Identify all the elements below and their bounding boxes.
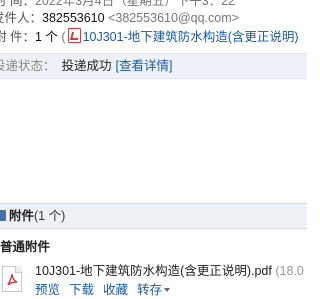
- attachments-title-text: 附件: [9, 209, 35, 223]
- sender-email[interactable]: <382553610@qq.com>: [108, 11, 239, 25]
- file-size: (18.0: [275, 264, 304, 278]
- acrobat-icon: [7, 273, 18, 286]
- mail-header: 时 间：2022年3月4日（星期五）下午3：22 发件人：382553610 <…: [0, 0, 307, 52]
- attachment-count: 1 个: [34, 30, 58, 44]
- pdf-file-icon[interactable]: [2, 266, 22, 292]
- attachments-header: 附件(1 个): [0, 203, 307, 229]
- preview-button[interactable]: 预览: [35, 283, 60, 297]
- view-details-link[interactable]: [查看详情]: [116, 59, 173, 73]
- time-label: 时 间：: [0, 0, 35, 8]
- attachments-title: 附件(1 个): [9, 204, 65, 228]
- delivery-status-label: 投递状态：: [0, 59, 56, 73]
- attachment-paren: (: [61, 30, 66, 44]
- attachment-row: 附 件：1 个 (10J301-地下建筑防水构造(含更正说明): [0, 28, 299, 45]
- save-to-button[interactable]: 转存: [137, 283, 171, 297]
- delivery-status-value: 投递成功: [61, 59, 112, 73]
- attachment-label: 附 件：: [0, 30, 35, 44]
- pdf-icon: [67, 28, 81, 43]
- chevron-down-icon: [164, 288, 171, 292]
- file-name-row: 10J301-地下建筑防水构造(含更正说明).pdf (18.0: [35, 263, 304, 280]
- save-to-label: 转存: [137, 283, 163, 297]
- regular-attachments-title: 普通附件: [0, 240, 51, 254]
- sender-label: 发件人：: [0, 11, 43, 25]
- attachment-link[interactable]: 10J301-地下建筑防水构造(含更正说明): [83, 30, 299, 44]
- favorite-button[interactable]: 收藏: [103, 283, 128, 297]
- attachment-actions: 预览 下载 收藏 转存: [35, 282, 171, 299]
- sender-name[interactable]: 382553610: [42, 11, 105, 25]
- attachment-folder-icon: [0, 210, 6, 221]
- file-name[interactable]: 10J301-地下建筑防水构造(含更正说明).pdf: [35, 264, 272, 278]
- download-button[interactable]: 下载: [69, 283, 94, 297]
- delivery-status-bar: 投递状态： 投递成功 [查看详情]: [0, 53, 307, 79]
- time-row: 时 间：2022年3月4日（星期五）下午3：22: [0, 0, 235, 10]
- attachments-count: (1 个): [34, 209, 66, 223]
- time-value: 2022年3月4日（星期五）下午3：22: [34, 0, 236, 8]
- sender-row: 发件人：382553610 <382553610@qq.com>: [0, 10, 239, 27]
